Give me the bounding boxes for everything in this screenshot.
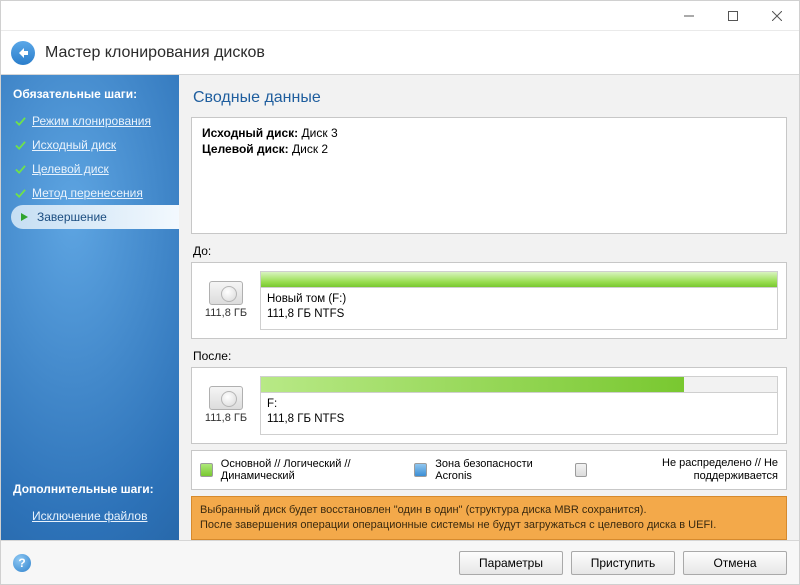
volume-name: Новый том (F:)	[267, 292, 771, 308]
check-icon	[15, 164, 26, 175]
volume-detail: 111,8 ГБ NTFS	[267, 412, 771, 428]
hdd-icon	[209, 386, 243, 410]
volume[interactable]: F: 111,8 ГБ NTFS	[260, 376, 778, 435]
sidebar-optional-heading: Дополнительные шаги:	[11, 482, 179, 496]
legend-swatch-unalloc	[575, 463, 588, 477]
volume[interactable]: Новый том (F:) 111,8 ГБ NTFS	[260, 271, 778, 330]
step-target-disk[interactable]: Целевой диск	[11, 157, 179, 181]
volume-bar	[261, 377, 777, 393]
legend-swatch-zone	[414, 463, 427, 477]
maximize-button[interactable]	[711, 1, 755, 31]
check-icon	[15, 140, 26, 151]
warning-box: Выбранный диск будет восстановлен "один …	[191, 496, 787, 540]
content-pane: Сводные данные Исходный диск: Диск 3 Цел…	[179, 75, 799, 540]
warning-line2: После завершения операции операционные с…	[200, 518, 778, 533]
legend-zone: Зона безопасности Acronis	[435, 458, 558, 482]
footer: ? Параметры Приступить Отмена	[1, 540, 799, 584]
step-label: Исключение файлов	[32, 509, 147, 523]
help-icon[interactable]: ?	[13, 554, 31, 572]
before-label: До:	[193, 244, 787, 258]
check-icon	[15, 188, 26, 199]
volume-name: F:	[267, 397, 771, 413]
before-disk-panel: 111,8 ГБ Новый том (F:) 111,8 ГБ NTFS	[191, 262, 787, 339]
minimize-button[interactable]	[667, 1, 711, 31]
disk-size: 111,8 ГБ	[205, 307, 247, 319]
hdd-icon	[209, 281, 243, 305]
step-finish[interactable]: Завершение	[11, 205, 180, 229]
summary-info-box: Исходный диск: Диск 3 Целевой диск: Диск…	[191, 117, 787, 234]
after-label: После:	[193, 349, 787, 363]
close-button[interactable]	[755, 1, 799, 31]
legend-unalloc: Не распределено // Не поддерживается	[595, 457, 778, 483]
sidebar-required-heading: Обязательные шаги:	[11, 87, 179, 101]
legend: Основной // Логический // Динамический З…	[191, 450, 787, 490]
source-disk-value: Диск 3	[302, 126, 338, 140]
arrow-left-icon	[17, 47, 29, 59]
volume-detail: 111,8 ГБ NTFS	[267, 307, 771, 323]
cancel-button[interactable]: Отмена	[683, 551, 787, 575]
step-clone-mode[interactable]: Режим клонирования	[11, 109, 179, 133]
target-disk-value: Диск 2	[292, 142, 328, 156]
step-transfer-method[interactable]: Метод перенесения	[11, 181, 179, 205]
titlebar	[1, 1, 799, 31]
back-button[interactable]	[11, 41, 35, 65]
legend-primary: Основной // Логический // Динамический	[221, 458, 407, 482]
volume-bar	[261, 272, 777, 288]
params-button[interactable]: Параметры	[459, 551, 563, 575]
disk-size: 111,8 ГБ	[205, 412, 247, 424]
step-source-disk[interactable]: Исходный диск	[11, 133, 179, 157]
step-label: Исходный диск	[32, 138, 116, 152]
source-disk-label: Исходный диск:	[202, 126, 298, 140]
step-label: Целевой диск	[32, 162, 109, 176]
sidebar: Обязательные шаги: Режим клонирования Ис…	[1, 75, 179, 540]
target-disk-label: Целевой диск:	[202, 142, 289, 156]
step-label: Метод перенесения	[32, 186, 143, 200]
step-label: Завершение	[37, 210, 107, 224]
warning-line1: Выбранный диск будет восстановлен "один …	[200, 503, 778, 518]
legend-swatch-primary	[200, 463, 213, 477]
step-exclude-files[interactable]: Исключение файлов	[11, 504, 179, 528]
arrow-right-icon	[19, 211, 31, 223]
disk-icon-col: 111,8 ГБ	[200, 271, 252, 330]
check-icon	[15, 116, 26, 127]
summary-title: Сводные данные	[193, 89, 787, 107]
wizard-title: Мастер клонирования дисков	[45, 44, 265, 62]
proceed-button[interactable]: Приступить	[571, 551, 675, 575]
step-label: Режим клонирования	[32, 114, 151, 128]
after-disk-panel: 111,8 ГБ F: 111,8 ГБ NTFS	[191, 367, 787, 444]
disk-icon-col: 111,8 ГБ	[200, 376, 252, 435]
wizard-header: Мастер клонирования дисков	[1, 31, 799, 75]
